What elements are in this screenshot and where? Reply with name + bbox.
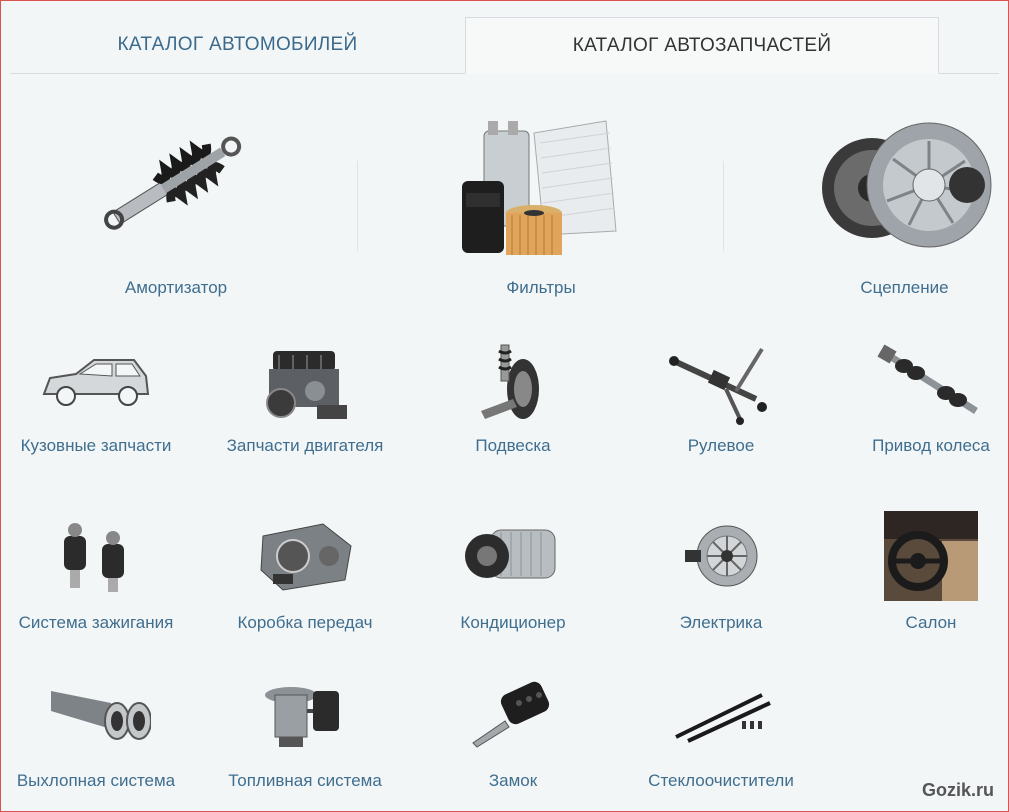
tab-car-catalog[interactable]: КАТАЛОГ АВТОМОБИЛЕЙ bbox=[10, 17, 465, 73]
category-clutch[interactable]: Сцепление bbox=[817, 113, 992, 301]
alternator-icon bbox=[685, 525, 758, 587]
car-interior-icon bbox=[884, 511, 978, 601]
gearbox-icon bbox=[259, 523, 352, 591]
category-label: Кондиционер bbox=[460, 613, 566, 632]
category-label: Сцепление bbox=[860, 278, 949, 297]
category-label: Фильтры bbox=[506, 278, 576, 297]
category-label: Рулевое bbox=[687, 436, 755, 455]
category-gearbox[interactable]: Коробка передач bbox=[237, 516, 373, 641]
steering-rack-icon bbox=[669, 347, 767, 425]
category-label: Коробка передач bbox=[237, 613, 373, 632]
category-filters[interactable]: Фильтры bbox=[456, 113, 626, 301]
fuel-pump-icon bbox=[265, 687, 339, 747]
ac-compressor-icon bbox=[464, 529, 555, 579]
category-lock[interactable]: Замок bbox=[453, 681, 573, 801]
category-steering[interactable]: Рулевое bbox=[661, 341, 781, 466]
suspension-icon bbox=[481, 344, 539, 419]
category-electrics[interactable]: Электрика bbox=[661, 516, 781, 641]
exhaust-icon bbox=[51, 691, 151, 740]
category-label: Привод колеса bbox=[872, 436, 990, 455]
filters-icon bbox=[462, 120, 617, 255]
category-label: Топливная система bbox=[228, 771, 382, 790]
engine-icon bbox=[266, 351, 347, 419]
category-label: Запчасти двигателя bbox=[226, 436, 384, 455]
car-body-icon bbox=[42, 359, 150, 406]
watermark: Gozik.ru bbox=[921, 780, 994, 800]
category-fuel-system[interactable]: Топливная система bbox=[228, 681, 382, 801]
category-label: Амортизатор bbox=[124, 278, 228, 297]
shock-absorber-icon bbox=[104, 136, 242, 230]
category-label: Электрика bbox=[679, 613, 763, 632]
category-interior[interactable]: Салон bbox=[871, 511, 991, 641]
category-label: Выхлопная система bbox=[16, 771, 176, 790]
category-exhaust[interactable]: Выхлопная система bbox=[17, 681, 175, 801]
category-label: Замок bbox=[488, 771, 538, 790]
wiper-blades-icon bbox=[675, 693, 771, 743]
category-label: Система зажигания bbox=[18, 613, 174, 632]
ignition-coil-icon bbox=[64, 523, 124, 592]
category-label: Кузовные запчасти bbox=[20, 436, 172, 455]
category-ignition[interactable]: Система зажигания bbox=[19, 516, 173, 641]
category-suspension[interactable]: Подвеска bbox=[453, 341, 573, 466]
tab-parts-catalog[interactable]: КАТАЛОГ АВТОЗАПЧАСТЕЙ bbox=[465, 17, 939, 74]
category-label: Стеклоочистители bbox=[648, 771, 794, 790]
car-key-icon bbox=[472, 681, 550, 748]
separator bbox=[723, 161, 724, 251]
category-engine-parts[interactable]: Запчасти двигателя bbox=[227, 341, 383, 466]
category-body-parts[interactable]: Кузовные запчасти bbox=[21, 346, 171, 466]
separator bbox=[357, 161, 358, 251]
category-wipers[interactable]: Стеклоочистители bbox=[648, 681, 794, 801]
category-label: Подвеска bbox=[475, 436, 551, 455]
category-label: Салон bbox=[905, 613, 957, 632]
catalog-tabs: КАТАЛОГ АВТОМОБИЛЕЙ КАТАЛОГ АВТОЗАПЧАСТЕ… bbox=[10, 1, 999, 74]
clutch-icon bbox=[822, 122, 992, 248]
category-wheel-drive[interactable]: Привод колеса bbox=[871, 341, 991, 466]
category-shock-absorber[interactable]: Амортизатор bbox=[91, 116, 261, 301]
drive-shaft-icon bbox=[877, 344, 978, 414]
category-air-conditioner[interactable]: Кондиционер bbox=[453, 516, 573, 641]
